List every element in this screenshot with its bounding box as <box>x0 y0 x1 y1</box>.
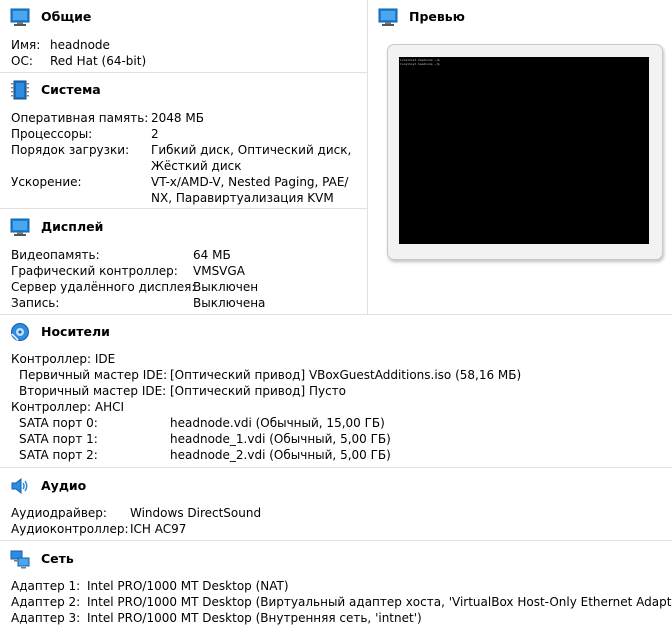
system-section: Система Оперативная память: 2048 МБ Проц… <box>0 73 367 208</box>
general-header[interactable]: Общие <box>0 0 367 33</box>
vm-preview-screen: localhost.headnode ~]$ localhost.headnod… <box>399 57 649 244</box>
storage-sata0-value: headnode.vdi (Обычный, 15,00 ГБ) <box>170 416 385 430</box>
separator <box>0 540 672 541</box>
network-adapter2-label: Адаптер 2: <box>11 595 81 609</box>
storage-ide-secondary-label: Вторичный мастер IDE: <box>19 384 167 398</box>
display-recording-value: Выключена <box>193 296 266 310</box>
display-title: Дисплей <box>41 219 104 234</box>
display-icon <box>10 218 30 236</box>
storage-section: Носители Контроллер: IDE Первичный масте… <box>0 315 672 466</box>
storage-ide-secondary-value: [Оптический привод] Пусто <box>170 384 347 398</box>
storage-ahci-controller-label: Контроллер: AHCI <box>11 400 125 414</box>
preview-header[interactable]: Превью <box>368 0 672 33</box>
storage-ide-primary-value: [Оптический привод] VBoxGuestAdditions.i… <box>170 368 522 382</box>
general-os-value: Red Hat (64-bit) <box>50 54 147 68</box>
display-header[interactable]: Дисплей <box>0 210 367 243</box>
system-ram-value: 2048 МБ <box>151 111 204 125</box>
system-accel-value-line2: NX, Паравиртуализация KVM <box>151 191 334 205</box>
separator <box>0 467 672 468</box>
system-title: Система <box>41 82 101 97</box>
audio-driver-label: Аудиодрайвер: <box>11 506 107 520</box>
audio-controller-label: Аудиоконтроллер: <box>11 522 129 536</box>
chip-icon <box>11 80 29 100</box>
storage-sata2-label: SATA порт 2: <box>19 448 98 462</box>
system-boot-label: Порядок загрузки: <box>11 143 130 157</box>
network-adapter1-value: Intel PRO/1000 MT Desktop (NAT) <box>87 579 289 593</box>
preview-console-line: localhost.headnode ~]$ <box>400 62 440 66</box>
storage-ide-primary-label: Первичный мастер IDE: <box>19 368 168 382</box>
preview-title: Превью <box>409 9 465 24</box>
network-adapter1-label: Адаптер 1: <box>11 579 81 593</box>
system-accel-value: VT-x/AMD-V, Nested Paging, PAE/ <box>151 175 349 189</box>
system-accel-label: Ускорение: <box>11 175 82 189</box>
speaker-icon <box>11 477 28 495</box>
system-ram-label: Оперативная память: <box>11 111 149 125</box>
audio-title: Аудио <box>41 478 87 493</box>
display-controller-value: VMSVGA <box>193 264 245 278</box>
display-rdp-label: Сервер удалённого дисплея: <box>11 280 196 294</box>
network-section: Сеть Адаптер 1: Intel PRO/1000 MT Deskto… <box>0 542 672 626</box>
storage-ide-controller-label: Контроллер: IDE <box>11 352 116 366</box>
storage-sata1-label: SATA порт 1: <box>19 432 98 446</box>
storage-sata1-value: headnode_1.vdi (Обычный, 5,00 ГБ) <box>170 432 391 446</box>
vm-preview-frame[interactable]: localhost.headnode ~]$ localhost.headnod… <box>387 44 663 260</box>
audio-driver-value: Windows DirectSound <box>130 506 262 520</box>
monitor-icon <box>378 8 398 26</box>
system-cpu-value: 2 <box>151 127 159 141</box>
network-adapter3-label: Адаптер 3: <box>11 611 81 625</box>
general-name-value: headnode <box>50 38 110 52</box>
display-controller-label: Графический контроллер: <box>11 264 178 278</box>
general-section: Общие Имя: headnode ОС: Red Hat (64-bit) <box>0 0 367 72</box>
audio-header[interactable]: Аудио <box>0 469 672 502</box>
general-title: Общие <box>41 9 92 24</box>
display-vram-label: Видеопамять: <box>11 248 100 262</box>
storage-disk-icon <box>11 323 29 341</box>
network-title: Сеть <box>41 551 74 566</box>
storage-title: Носители <box>41 324 110 339</box>
network-adapter2-value: Intel PRO/1000 MT Desktop (Виртуальный а… <box>87 595 672 609</box>
audio-section: Аудио Аудиодрайвер: Windows DirectSound … <box>0 469 672 540</box>
display-section: Дисплей Видеопамять: 64 МБ Графический к… <box>0 210 367 314</box>
general-name-label: Имя: <box>11 38 41 52</box>
display-recording-label: Запись: <box>11 296 60 310</box>
storage-sata2-value: headnode_2.vdi (Обычный, 5,00 ГБ) <box>170 448 391 462</box>
network-adapter3-value: Intel PRO/1000 MT Desktop (Внутренняя се… <box>87 611 422 625</box>
network-icon <box>10 550 30 569</box>
system-cpu-label: Процессоры: <box>11 127 93 141</box>
display-vram-value: 64 МБ <box>193 248 231 262</box>
system-header[interactable]: Система <box>0 73 367 106</box>
network-header[interactable]: Сеть <box>0 542 672 575</box>
display-rdp-value: Выключен <box>193 280 259 294</box>
storage-sata0-label: SATA порт 0: <box>19 416 98 430</box>
system-boot-value-line2: Жёсткий диск <box>151 159 242 173</box>
separator <box>0 208 367 209</box>
monitor-icon <box>10 8 30 26</box>
general-os-label: ОС: <box>11 54 33 68</box>
system-boot-value: Гибкий диск, Оптический диск, <box>151 143 352 157</box>
storage-header[interactable]: Носители <box>0 315 672 348</box>
audio-controller-value: ICH AC97 <box>130 522 187 536</box>
